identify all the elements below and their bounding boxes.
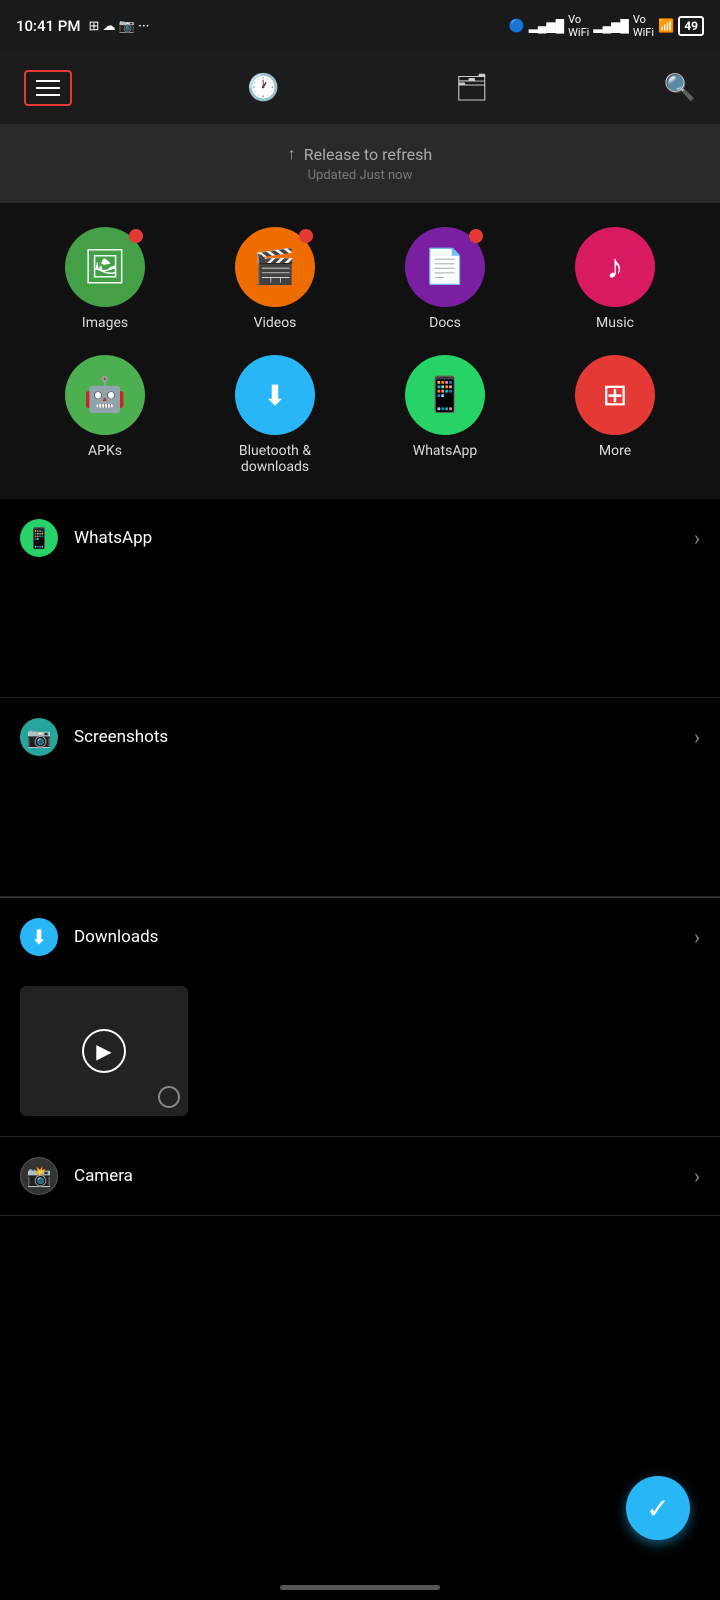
category-bluetooth[interactable]: ⬇ Bluetooth &downloads [205, 355, 345, 475]
play-button[interactable]: ▶ [82, 1029, 126, 1073]
category-more[interactable]: ⊞ More [545, 355, 685, 475]
category-images[interactable]: 🖼 Images [35, 227, 175, 331]
file-list: 📱 WhatsApp › 📷 Screenshots › ⬇ Downloads… [0, 499, 720, 1216]
arrow-up-icon: ↑ [288, 144, 296, 164]
whatsapp-section-content [0, 577, 720, 697]
camera-section-icon: 📸 [20, 1157, 58, 1195]
refresh-banner: ↑ Release to refresh Updated Just now [0, 124, 720, 203]
category-apks[interactable]: 🤖 APKs [35, 355, 175, 475]
notification-icons: ⊞ ☁ 📷 ··· [88, 19, 149, 34]
whatsapp-icon-circle: 📱 [405, 355, 485, 435]
screenshots-section: 📷 Screenshots › [0, 698, 720, 897]
thumb-circle-indicator [158, 1086, 180, 1108]
category-music[interactable]: ♪ Music [545, 227, 685, 331]
camera-chevron-icon: › [694, 1164, 700, 1188]
bluetooth-label: Bluetooth &downloads [239, 443, 311, 475]
category-videos[interactable]: 🎬 Videos [205, 227, 345, 331]
whatsapp-section-title: WhatsApp [74, 528, 694, 548]
images-badge [129, 229, 143, 243]
category-row-2: 🤖 APKs ⬇ Bluetooth &downloads 📱 WhatsApp… [20, 355, 700, 475]
downloads-thumbnail-area: ▶ [0, 976, 720, 1136]
whatsapp-section-header[interactable]: 📱 WhatsApp › [0, 499, 720, 577]
wifi-icon: 📶 [658, 19, 674, 34]
screenshots-glyph: 📷 [27, 725, 52, 749]
menu-line-2 [36, 87, 60, 89]
vo-wifi-label: VoWiFi [568, 13, 589, 39]
screenshots-section-header[interactable]: 📷 Screenshots › [0, 698, 720, 776]
whatsapp-section: 📱 WhatsApp › [0, 499, 720, 698]
status-right-icons: 🔵 ▂▄▆█ VoWiFi ▂▄▆█ VoWiFi 📶 49 [509, 13, 705, 39]
docs-icon: 📄 [424, 247, 466, 287]
battery-indicator: 49 [678, 16, 704, 36]
menu-button[interactable] [24, 70, 72, 106]
search-button[interactable]: 🔍 [664, 73, 696, 103]
vo-wifi-label-2: VoWiFi [633, 13, 654, 39]
camera-section: 📸 Camera › [0, 1137, 720, 1216]
screenshots-chevron-icon: › [694, 725, 700, 749]
music-icon: ♪ [607, 247, 624, 287]
signal-bars-2: ▂▄▆█ [593, 19, 628, 33]
apks-icon-circle: 🤖 [65, 355, 145, 435]
more-label: More [599, 443, 631, 459]
history-button[interactable]: 🕐 [247, 73, 279, 103]
status-time: 10:41 PM ⊞ ☁ 📷 ··· [16, 17, 149, 35]
videos-icon: 🎬 [254, 247, 296, 287]
videos-badge [299, 229, 313, 243]
category-whatsapp[interactable]: 📱 WhatsApp [375, 355, 515, 475]
whatsapp-section-icon: 📱 [20, 519, 58, 557]
videos-icon-circle: 🎬 [235, 227, 315, 307]
docs-badge [469, 229, 483, 243]
status-bar: 10:41 PM ⊞ ☁ 📷 ··· 🔵 ▂▄▆█ VoWiFi ▂▄▆█ Vo… [0, 0, 720, 52]
whatsapp-category-label: WhatsApp [413, 443, 477, 459]
more-grid-icon: ⊞ [602, 378, 627, 413]
category-row-1: 🖼 Images 🎬 Videos 📄 Docs ♪ Music [20, 227, 700, 331]
whatsapp-icon: 📱 [424, 375, 466, 415]
bluetooth-icon-circle: ⬇ [235, 355, 315, 435]
folder-button[interactable]: 🗂 [455, 73, 488, 103]
images-icon: 🖼 [83, 247, 126, 287]
video-thumbnail[interactable]: ▶ [20, 986, 188, 1116]
bluetooth-down-icon: ⬇ [263, 379, 286, 412]
camera-section-header[interactable]: 📸 Camera › [0, 1137, 720, 1215]
whatsapp-section-glyph: 📱 [27, 526, 52, 550]
screenshots-section-title: Screenshots [74, 727, 694, 747]
apks-label: APKs [88, 443, 122, 459]
images-icon-circle: 🖼 [65, 227, 145, 307]
screenshots-section-content [0, 776, 720, 896]
apks-icon: 🤖 [84, 375, 126, 415]
downloads-section: ⬇ Downloads › ▶ [0, 898, 720, 1137]
music-icon-circle: ♪ [575, 227, 655, 307]
downloads-chevron-icon: › [694, 925, 700, 949]
downloads-section-title: Downloads [74, 927, 694, 947]
docs-label: Docs [429, 315, 461, 331]
menu-line-1 [36, 80, 60, 82]
downloads-section-icon: ⬇ [20, 918, 58, 956]
signal-bars: ▂▄▆█ [529, 19, 564, 33]
category-grid: 🖼 Images 🎬 Videos 📄 Docs ♪ Music [0, 203, 720, 499]
docs-icon-circle: 📄 [405, 227, 485, 307]
camera-section-title: Camera [74, 1166, 694, 1186]
bluetooth-icon: 🔵 [509, 19, 525, 34]
home-indicator[interactable] [280, 1585, 440, 1590]
images-label: Images [82, 315, 128, 331]
more-icon-circle: ⊞ [575, 355, 655, 435]
downloads-glyph: ⬇ [31, 925, 48, 949]
top-nav-bar: 🕐 🗂 🔍 [0, 52, 720, 124]
category-docs[interactable]: 📄 Docs [375, 227, 515, 331]
updated-timestamp: Updated Just now [20, 168, 700, 183]
fab-button[interactable]: ✓ [626, 1476, 690, 1540]
music-label: Music [596, 315, 634, 331]
downloads-section-header[interactable]: ⬇ Downloads › [0, 898, 720, 976]
fab-icon: ✓ [646, 1492, 669, 1525]
menu-line-3 [36, 94, 60, 96]
release-to-refresh-text: ↑ Release to refresh [20, 144, 700, 164]
camera-glyph: 📸 [27, 1164, 52, 1188]
time-display: 10:41 PM [16, 17, 80, 35]
screenshots-section-icon: 📷 [20, 718, 58, 756]
videos-label: Videos [254, 315, 297, 331]
whatsapp-chevron-icon: › [694, 526, 700, 550]
play-icon: ▶ [96, 1039, 111, 1063]
